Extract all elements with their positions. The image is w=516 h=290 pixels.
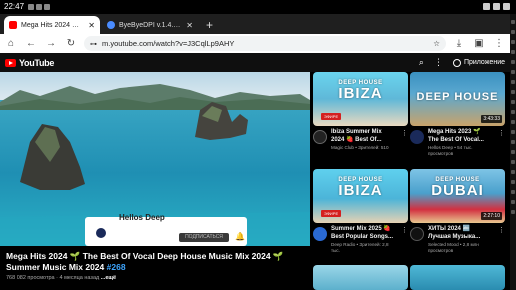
video-thumbnail[interactable]: DEEP HOUSE 3:43:33 [410,72,505,126]
loading-favicon-icon [107,21,115,29]
bell-icon[interactable]: 🔔 [235,232,245,241]
kebab-icon[interactable]: ⋮ [401,129,408,137]
channel-avatar[interactable] [410,227,424,241]
notification-icons [28,4,51,10]
video-player[interactable]: Hellos Deep ПОДПИСАТЬСЯ 🔔 [0,72,310,246]
bookmark-star-icon[interactable]: ☆ [433,39,440,48]
card-title: Ibiza Summer Mix 2024 🍓 Best Of... [331,129,382,143]
video-duration: 2:27:10 [481,212,502,220]
youtube-favicon-icon [9,21,17,29]
video-thumbnail[interactable]: DEEP HOUSE DUBAI 2:27:10 [410,169,505,223]
youtube-logo[interactable]: YouTube [5,58,54,68]
card-subtitle: Selected Mood • 2,8 млн просмотров [428,242,479,253]
app-button[interactable]: Приложение [452,58,505,67]
app-button-label: Приложение [463,59,505,66]
video-title: Mega Hits 2024 🌱 The Best Of Vocal Deep … [6,251,284,272]
address-bar[interactable]: ⊶ m.youtube.com/watch?v=J3CqlLp9AHY ☆ [84,36,446,51]
back-arrow-icon[interactable]: ← [24,38,38,49]
tab-byebyedpi[interactable]: ByeByeDPI v.1.4.7.apk – Rut ✕ [102,16,198,34]
browser-toolbar: ⌂ ← → ↻ ⊶ m.youtube.com/watch?v=J3CqlLp9… [0,34,510,53]
video-thumbnail[interactable]: DEEP HOUSE IBIZA ЭФИРЕ [313,72,408,126]
video-thumbnail[interactable]: DEEP HOUSE IBIZA ЭФИРЕ [313,169,408,223]
recommendations-grid: DEEP HOUSE IBIZA ЭФИРЕ Ibiza Summer Mix … [313,72,508,290]
more-kebab-icon[interactable]: ⋮ [434,57,443,68]
card-subtitle: Hellos Deep • 54 тыс. просмотров [428,145,473,156]
youtube-logo-text: YouTube [19,57,55,68]
browser-tab-strip: Mega Hits 2024 🌱 The Best ✕ ByeByeDPI v.… [0,14,510,34]
channel-avatar[interactable] [96,228,106,238]
card-subtitle: Deep Radio • Зрителей: 2,8 тыс. [331,242,389,253]
forward-arrow-icon[interactable]: → [44,38,58,49]
more-link[interactable]: ...ещё [101,275,116,281]
recommendation-card[interactable]: DEEP HOUSE DUBAI 2:27:10 ХИТЫ 2024 🔤 Луч… [410,169,505,265]
card-title: ХИТЫ 2024 🔤 Лучшая Музыка... [428,226,481,240]
kebab-icon[interactable]: ⋮ [498,226,505,234]
address-url: m.youtube.com/watch?v=J3CqlLp9AHY [102,39,235,48]
kebab-icon[interactable]: ⋮ [498,129,505,137]
search-icon[interactable]: ⌕ [419,57,424,68]
video-thumbnail[interactable] [410,265,505,290]
status-time: 22:47 [4,2,25,11]
video-hashtag[interactable]: #268 [107,262,126,272]
recommendation-card[interactable]: DEEP HOUSE 3:43:33 Mega Hits 2023 🌱 The … [410,72,505,168]
live-badge: ЭФИРЕ [321,210,342,217]
account-icon [452,58,461,67]
video-thumbnail[interactable] [313,265,408,290]
live-badge: ЭФИРЕ [321,113,342,120]
channel-chip-title: Hellos Deep [119,213,165,222]
video-meta: 768 082 просмотра · 4 месяца назад ...ещ… [6,275,117,281]
home-icon[interactable]: ⌂ [4,38,18,49]
kebab-icon[interactable]: ⋮ [401,226,408,234]
recommendation-card[interactable]: DEEP HOUSE IBIZA ЭФИРЕ Ibiza Summer Mix … [313,72,408,168]
video-info: Mega Hits 2024 🌱 The Best Of Vocal Deep … [6,251,306,281]
system-tray-icons [483,3,510,10]
tab-youtube[interactable]: Mega Hits 2024 🌱 The Best ✕ [4,16,100,34]
channel-avatar[interactable] [410,130,424,144]
youtube-play-icon [5,58,16,67]
subscribe-button[interactable]: ПОДПИСАТЬСЯ [179,233,229,242]
video-duration: 3:43:33 [481,115,502,123]
new-tab-button[interactable]: + [200,16,219,34]
youtube-header: YouTube ⌕ ⋮ Приложение [0,53,510,72]
tab-label: Mega Hits 2024 🌱 The Best [21,22,84,29]
channel-avatar[interactable] [313,130,327,144]
side-panel [510,14,516,290]
menu-kebab-icon[interactable]: ⋮ [492,38,506,49]
site-info-icon[interactable]: ⊶ [90,40,97,48]
tab-switcher-icon[interactable]: ▣ [472,38,486,49]
system-status-bar: 22:47 [0,0,516,14]
channel-avatar[interactable] [313,227,327,241]
reload-icon[interactable]: ↻ [64,38,78,49]
close-icon[interactable]: ✕ [88,21,95,30]
card-title: Summer Mix 2025 🍓 Best Popular Songs... [331,226,394,240]
channel-chip[interactable]: Hellos Deep ПОДПИСАТЬСЯ 🔔 [85,213,247,246]
download-icon[interactable]: ⤓ [452,38,466,49]
tab-label: ByeByeDPI v.1.4.7.apk – Rut [119,21,182,29]
card-title: Mega Hits 2023 🌱 The Best Of Vocal... [428,129,484,143]
card-subtitle: Magic Club • Зрителей: 510 [331,145,389,150]
close-icon[interactable]: ✕ [186,21,193,30]
recommendation-card[interactable]: DEEP HOUSE IBIZA ЭФИРЕ Summer Mix 2025 🍓… [313,169,408,265]
